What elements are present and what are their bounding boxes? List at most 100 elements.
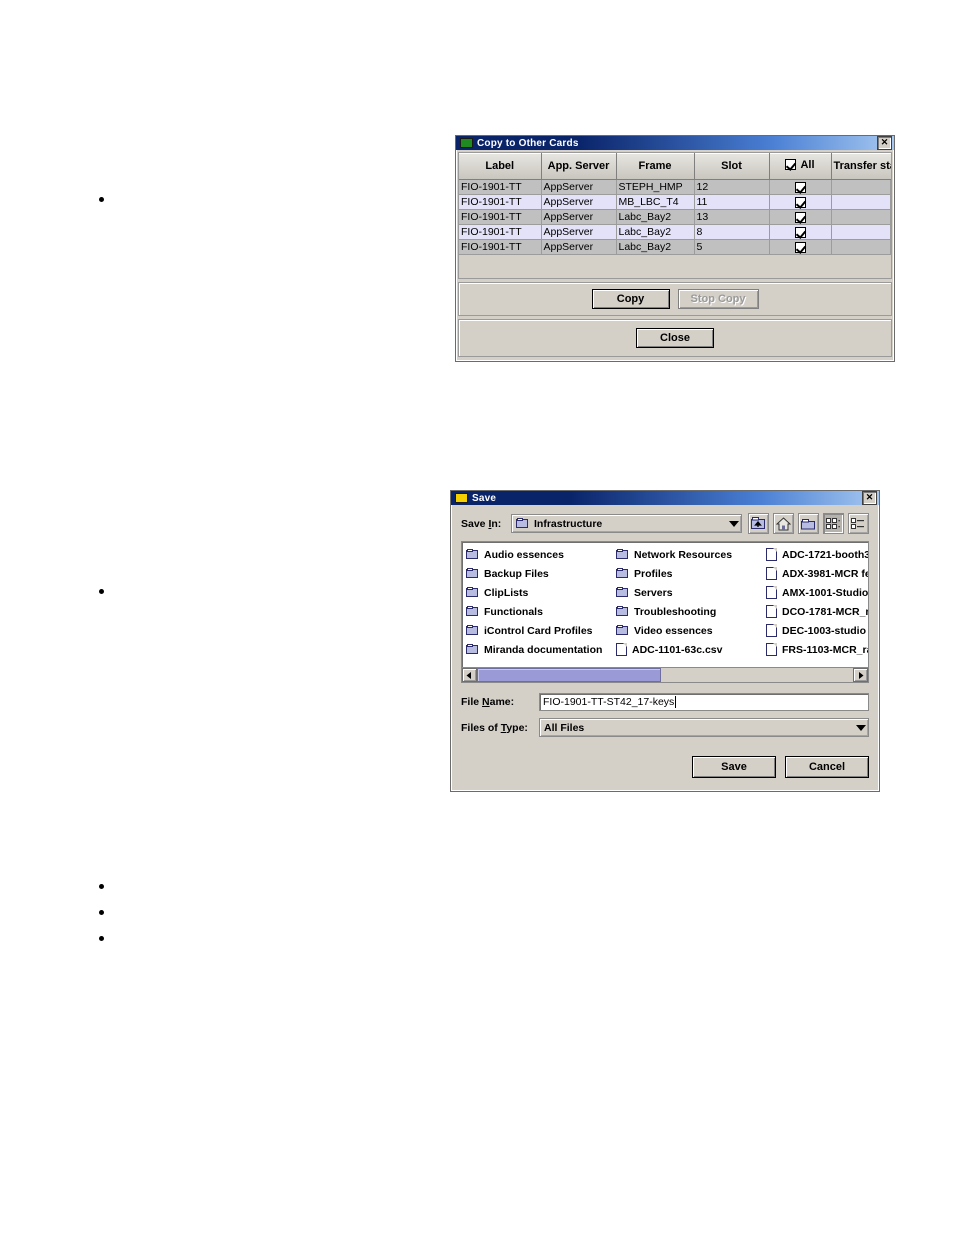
new-folder-button[interactable] xyxy=(798,513,819,534)
list-item[interactable]: Miranda documentation xyxy=(466,640,616,659)
up-one-level-icon xyxy=(751,517,765,529)
save-in-combobox[interactable]: Infrastructure xyxy=(511,514,742,533)
copy-button[interactable]: Copy xyxy=(591,289,670,309)
up-one-level-button[interactable] xyxy=(748,513,769,534)
home-icon xyxy=(776,516,791,530)
scrollbar-track[interactable] xyxy=(477,668,853,682)
select-all-checkbox[interactable] xyxy=(785,159,797,171)
list-item[interactable]: ADX-3981-MCR fe xyxy=(766,564,869,583)
cell-select[interactable] xyxy=(769,209,832,225)
cell-select[interactable] xyxy=(769,179,832,195)
caret-right-icon xyxy=(859,671,864,679)
list-item[interactable]: Video essences xyxy=(616,621,766,640)
list-item-label: Troubleshooting xyxy=(634,605,717,618)
file-icon xyxy=(766,548,777,561)
cell-transfer-status xyxy=(831,209,891,225)
new-folder-icon xyxy=(801,518,815,529)
column-header-all-label: All xyxy=(800,158,815,171)
list-item[interactable]: DEC-1003-studio 2 xyxy=(766,621,868,640)
list-item[interactable]: Servers xyxy=(616,583,766,602)
cell-select[interactable] xyxy=(769,194,832,210)
list-view-button[interactable] xyxy=(848,513,869,534)
column-header-all[interactable]: All xyxy=(769,153,832,180)
copy-dialog-body: Label App. Server Frame Slot All Transfe… xyxy=(456,150,894,361)
list-item[interactable]: Troubleshooting xyxy=(616,602,766,621)
file-icon xyxy=(616,643,627,656)
list-item-label: Backup Files xyxy=(484,567,549,580)
list-item[interactable]: ClipLists xyxy=(466,583,616,602)
list-view-icon xyxy=(851,517,864,529)
list-item[interactable]: DCO-1781-MCR_r xyxy=(766,602,868,621)
stop-copy-button[interactable]: Stop Copy xyxy=(677,289,759,309)
file-name-row: File Name: FIO-1901-TT-ST42_17-keys xyxy=(461,693,869,711)
copy-actions-row: Copy Stop Copy xyxy=(458,282,892,316)
chevron-down-icon xyxy=(856,724,866,731)
save-dialog: Save ✕ Save In: Infrastructure Audio ess… xyxy=(450,490,880,792)
files-of-type-combobox[interactable]: All Files xyxy=(539,718,869,737)
save-dialog-title: Save xyxy=(472,492,497,504)
list-item-label: ADX-3981-MCR fe xyxy=(782,567,869,580)
save-dialog-titlebar[interactable]: Save ✕ xyxy=(451,491,879,505)
close-icon[interactable]: ✕ xyxy=(877,136,892,150)
list-item[interactable]: Functionals xyxy=(466,602,616,621)
column-header-slot[interactable]: Slot xyxy=(694,153,770,180)
copy-dialog-title: Copy to Other Cards xyxy=(477,137,579,149)
cancel-button[interactable]: Cancel xyxy=(785,756,869,778)
home-button[interactable] xyxy=(773,513,794,534)
window-card-icon xyxy=(455,493,468,503)
list-item-label: Video essences xyxy=(634,624,713,637)
column-header-label[interactable]: Label xyxy=(459,153,542,180)
table-row[interactable]: FIO-1901-TT AppServer Labc_Bay2 8 xyxy=(459,224,891,240)
scroll-left-button[interactable] xyxy=(462,668,477,682)
close-button[interactable]: Close xyxy=(636,328,714,348)
list-item[interactable]: AMX-1001-Studio xyxy=(766,583,868,602)
list-item[interactable]: Backup Files xyxy=(466,564,616,583)
file-list[interactable]: Audio essences Backup Files ClipLists Funct… xyxy=(461,541,869,668)
row-checkbox[interactable] xyxy=(794,226,806,238)
list-item[interactable]: Network Resources xyxy=(616,545,766,564)
list-item[interactable]: FRS-1103-MCR_ra xyxy=(766,640,868,659)
cell-select[interactable] xyxy=(769,224,832,240)
list-item-label: ADC-1721-booth3 xyxy=(782,548,869,561)
cell-label: FIO-1901-TT xyxy=(459,209,542,225)
folder-icon xyxy=(466,606,479,617)
scroll-right-button[interactable] xyxy=(853,668,868,682)
list-item[interactable]: ADC-1721-booth3 xyxy=(766,545,869,564)
cards-table-empty-area xyxy=(459,255,891,278)
save-button[interactable]: Save xyxy=(692,756,776,778)
file-list-horizontal-scrollbar[interactable] xyxy=(461,668,869,683)
table-row[interactable]: FIO-1901-TT AppServer STEPH_HMP 12 xyxy=(459,179,891,195)
cell-frame: MB_LBC_T4 xyxy=(616,194,695,210)
list-item[interactable]: Audio essences xyxy=(466,545,616,564)
list-item[interactable]: ADC-1101-63c.csv xyxy=(616,640,766,659)
copy-to-other-cards-dialog: Copy to Other Cards ✕ Label App. Server … xyxy=(455,135,895,362)
column-header-app-server[interactable]: App. Server xyxy=(541,153,617,180)
copy-dialog-titlebar[interactable]: Copy to Other Cards ✕ xyxy=(456,136,894,150)
chevron-down-icon xyxy=(729,520,739,527)
cards-table: Label App. Server Frame Slot All Transfe… xyxy=(459,153,891,255)
save-in-row: Save In: Infrastructure xyxy=(461,513,869,534)
close-icon[interactable]: ✕ xyxy=(862,491,877,505)
row-checkbox[interactable] xyxy=(794,211,806,223)
list-item[interactable]: Profiles xyxy=(616,564,766,583)
files-of-type-row: Files of Type: All Files xyxy=(461,718,869,737)
tile-view-button[interactable] xyxy=(823,513,844,534)
column-header-transfer-status[interactable]: Transfer stat... xyxy=(831,153,891,180)
list-item[interactable]: iControl Card Profiles xyxy=(466,621,616,640)
folder-icon xyxy=(466,625,479,636)
row-checkbox[interactable] xyxy=(794,196,806,208)
file-icon xyxy=(766,567,777,580)
cell-label: FIO-1901-TT xyxy=(459,224,542,240)
bullet-marker xyxy=(99,589,104,594)
cell-select[interactable] xyxy=(769,239,832,255)
folder-icon xyxy=(616,625,629,636)
table-row[interactable]: FIO-1901-TT AppServer Labc_Bay2 5 xyxy=(459,239,891,255)
file-name-input[interactable]: FIO-1901-TT-ST42_17-keys xyxy=(539,693,869,711)
column-header-frame[interactable]: Frame xyxy=(616,153,695,180)
row-checkbox[interactable] xyxy=(794,241,806,253)
list-item-label: Profiles xyxy=(634,567,673,580)
table-row[interactable]: FIO-1901-TT AppServer Labc_Bay2 13 xyxy=(459,209,891,225)
row-checkbox[interactable] xyxy=(794,181,806,193)
scrollbar-thumb[interactable] xyxy=(477,668,662,682)
table-row[interactable]: FIO-1901-TT AppServer MB_LBC_T4 11 xyxy=(459,194,891,210)
